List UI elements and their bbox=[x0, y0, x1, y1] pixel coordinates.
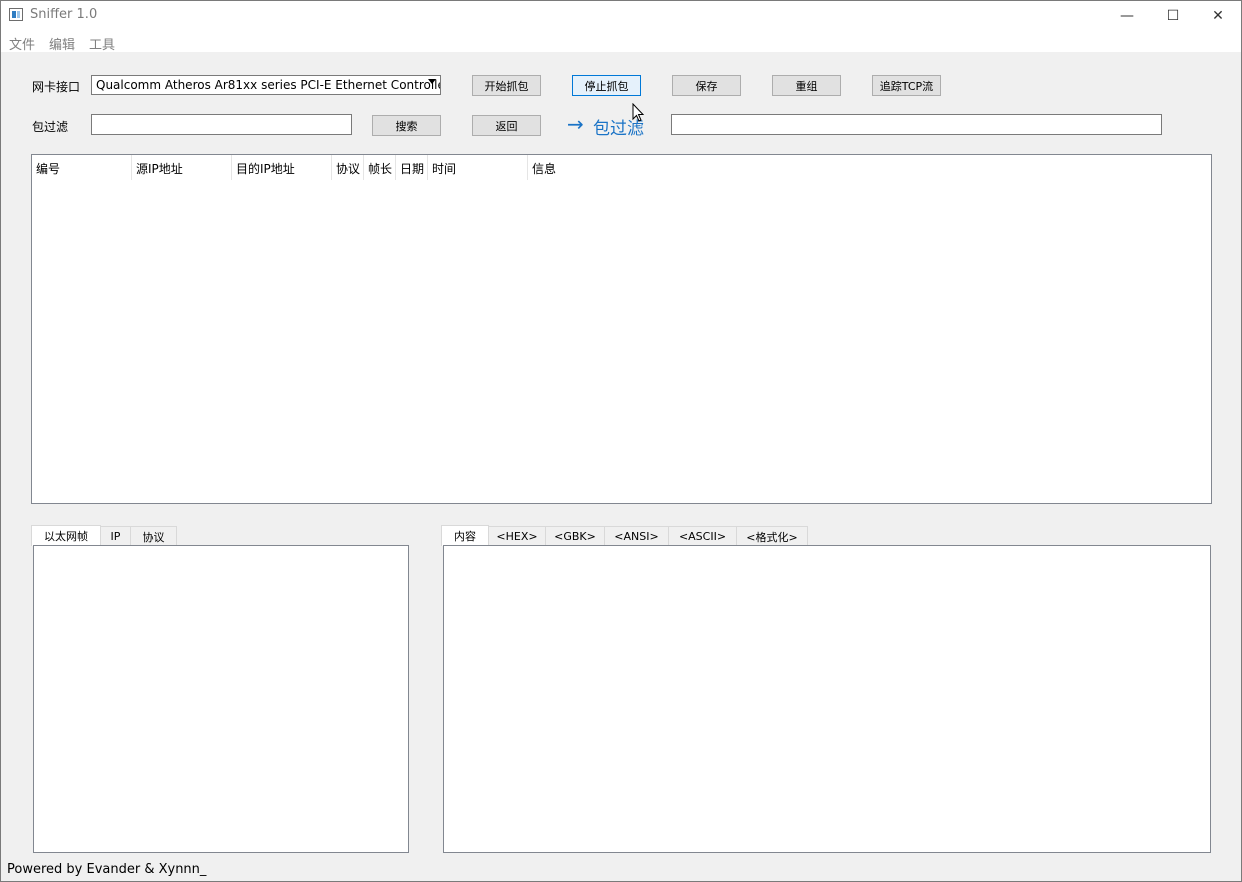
status-text: Powered by Evander & Xynnn_ bbox=[7, 862, 207, 877]
column-header-frame-length[interactable]: 帧长 bbox=[364, 155, 396, 180]
column-header-time[interactable]: 时间 bbox=[428, 155, 528, 180]
content-pane[interactable] bbox=[443, 545, 1211, 853]
close-button[interactable]: ✕ bbox=[1195, 1, 1241, 30]
mouse-cursor-icon bbox=[632, 103, 645, 122]
column-header-dst-ip[interactable]: 目的IP地址 bbox=[232, 155, 332, 180]
menu-file[interactable]: 文件 bbox=[9, 34, 35, 53]
tab-ethernet-frame[interactable]: 以太网帧 bbox=[31, 525, 101, 546]
maximize-icon: ☐ bbox=[1166, 7, 1180, 24]
follow-tcp-button[interactable]: 追踪TCP流 bbox=[872, 75, 941, 96]
nic-select-value: Qualcomm Atheros Ar81xx series PCI-E Eth… bbox=[96, 78, 441, 92]
minimize-button[interactable]: — bbox=[1104, 1, 1150, 30]
column-header-protocol[interactable]: 协议 bbox=[332, 155, 364, 180]
column-header-info[interactable]: 信息 bbox=[528, 155, 1211, 180]
column-header-number[interactable]: 编号 bbox=[32, 155, 132, 180]
back-button[interactable]: 返回 bbox=[472, 115, 541, 136]
column-header-src-ip[interactable]: 源IP地址 bbox=[132, 155, 232, 180]
tab-hex[interactable]: <HEX> bbox=[488, 526, 546, 546]
filter-input[interactable] bbox=[91, 114, 352, 135]
nic-select[interactable]: Qualcomm Atheros Ar81xx series PCI-E Eth… bbox=[91, 75, 441, 95]
chevron-down-icon bbox=[428, 79, 436, 84]
tab-ip[interactable]: IP bbox=[100, 526, 131, 546]
tab-protocol[interactable]: 协议 bbox=[130, 526, 177, 546]
maximize-button[interactable]: ☐ bbox=[1150, 1, 1196, 30]
tab-ansi[interactable]: <ANSI> bbox=[604, 526, 669, 546]
tab-content[interactable]: 内容 bbox=[441, 525, 489, 546]
window-title: Sniffer 1.0 bbox=[30, 7, 98, 22]
title-bar[interactable] bbox=[1, 1, 1241, 30]
stop-capture-button[interactable]: 停止抓包 bbox=[572, 75, 641, 96]
tab-formatted[interactable]: <格式化> bbox=[736, 526, 808, 546]
start-capture-button[interactable]: 开始抓包 bbox=[472, 75, 541, 96]
filter-label: 包过滤 bbox=[32, 120, 69, 134]
menu-bar bbox=[1, 30, 1241, 52]
app-icon bbox=[9, 8, 23, 21]
close-icon: ✕ bbox=[1212, 7, 1224, 24]
search-button[interactable]: 搜索 bbox=[372, 115, 441, 136]
filter-result-field[interactable] bbox=[671, 114, 1162, 135]
arrow-right-icon: → bbox=[567, 112, 584, 136]
tab-ascii[interactable]: <ASCII> bbox=[668, 526, 737, 546]
detail-pane[interactable] bbox=[33, 545, 409, 853]
menu-tools[interactable]: 工具 bbox=[89, 34, 115, 53]
minimize-icon: — bbox=[1120, 7, 1134, 24]
tab-gbk[interactable]: <GBK> bbox=[545, 526, 605, 546]
menu-edit[interactable]: 编辑 bbox=[49, 34, 75, 53]
nic-label: 网卡接口 bbox=[32, 80, 81, 94]
save-button[interactable]: 保存 bbox=[672, 75, 741, 96]
reassemble-button[interactable]: 重组 bbox=[772, 75, 841, 96]
column-header-date[interactable]: 日期 bbox=[396, 155, 428, 180]
packet-table[interactable] bbox=[31, 154, 1212, 504]
